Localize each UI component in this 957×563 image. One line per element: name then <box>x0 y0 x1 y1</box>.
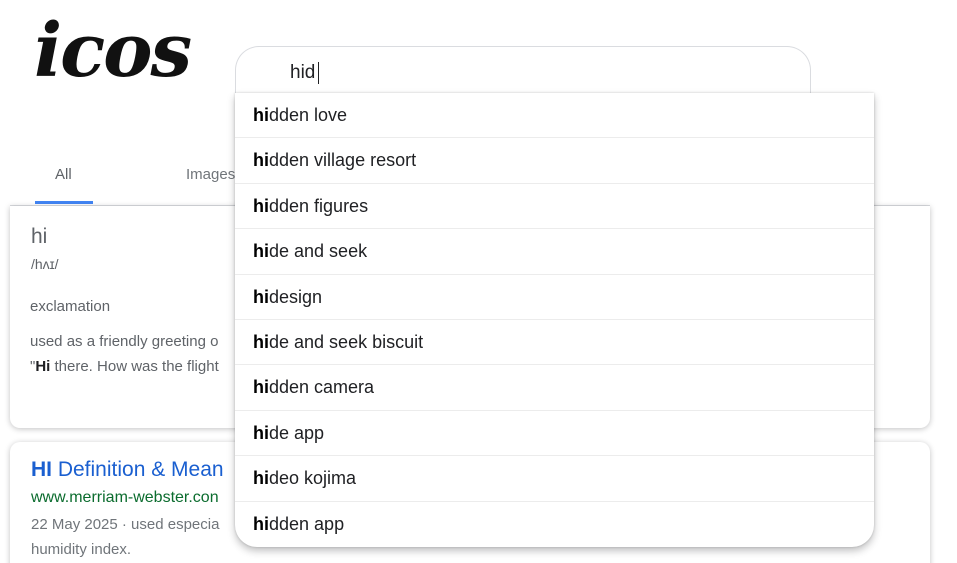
suggestion-match: hi <box>253 105 269 125</box>
suggestion-match: hi <box>253 377 269 398</box>
suggestion-completion: deo kojima <box>269 468 357 489</box>
suggestion-list: hidden love hidden village resort hidden… <box>235 93 874 547</box>
example-highlight: Hi <box>35 358 51 375</box>
suggestion-match: hi <box>253 468 269 489</box>
suggestion-item[interactable]: hideo kojima <box>235 456 874 502</box>
suggestion-match: hi <box>253 286 269 307</box>
dictionary-phonetic: /hʌɪ/ <box>31 256 59 272</box>
suggestion-completion: de and seek <box>269 241 368 262</box>
suggestion-completion: dden love <box>269 105 348 125</box>
site-logo[interactable]: icos <box>34 14 192 88</box>
suggestion-completion: de app <box>269 422 325 443</box>
suggestion-match: hi <box>253 241 269 262</box>
suggestion-completion: dden figures <box>269 195 369 216</box>
suggestion-completion: de and seek biscuit <box>269 331 424 352</box>
tab-all[interactable]: All <box>55 166 72 183</box>
suggestion-item[interactable]: hide app <box>235 411 874 457</box>
result-title-text: Definition & Mean <box>52 458 224 481</box>
suggestion-item[interactable]: hide and seek <box>235 229 874 275</box>
suggestion-item[interactable]: hidden love <box>235 93 874 139</box>
result-title-highlight: HI <box>31 458 52 481</box>
suggestion-match: hi <box>253 150 269 171</box>
dictionary-definition: used as a friendly greeting o <box>30 333 219 350</box>
suggestion-item[interactable]: hide and seek biscuit <box>235 320 874 366</box>
suggestion-completion: dden camera <box>269 377 375 398</box>
suggestion-item[interactable]: hidesign <box>235 275 874 320</box>
example-text: there. How was the flight <box>50 358 219 375</box>
suggestion-completion: dden app <box>269 513 345 534</box>
tab-images[interactable]: Images <box>186 166 235 183</box>
result-title-link[interactable]: HI Definition & Mean <box>31 458 224 482</box>
text-caret <box>318 62 319 84</box>
search-results-page: icos All Images hi /hʌɪ/ exclamation use… <box>0 0 957 563</box>
dictionary-part-of-speech: exclamation <box>30 298 111 315</box>
autocomplete-dropdown: hidden love hidden village resort hidden… <box>235 93 874 547</box>
suggestion-item[interactable]: hidden figures <box>235 184 874 230</box>
suggestion-match: hi <box>253 195 269 216</box>
suggestion-item[interactable]: hidden app <box>235 502 874 547</box>
active-tab-indicator <box>35 201 93 204</box>
result-url[interactable]: www.merriam-webster.con <box>31 489 219 507</box>
search-input[interactable] <box>290 62 690 84</box>
suggestion-item[interactable]: hidden camera <box>235 365 874 411</box>
suggestion-completion: design <box>269 286 323 307</box>
suggestion-match: hi <box>253 331 269 352</box>
suggestion-completion: dden village resort <box>269 150 417 171</box>
dictionary-example: "Hi there. How was the flight <box>30 358 219 375</box>
suggestion-match: hi <box>253 513 269 534</box>
dictionary-word: hi <box>31 225 48 248</box>
suggestion-item[interactable]: hidden village resort <box>235 138 874 184</box>
result-snippet-line-1: 22 May 2025 · used especia <box>31 516 220 533</box>
result-snippet-line-2: humidity index. <box>31 541 132 558</box>
suggestion-match: hi <box>253 422 269 443</box>
